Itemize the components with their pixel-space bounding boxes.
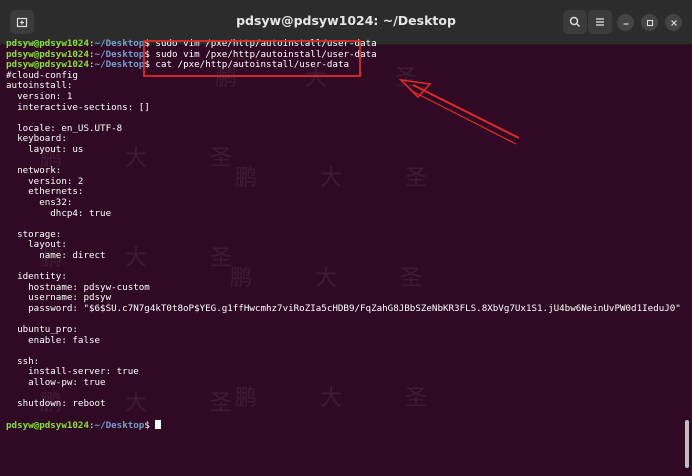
output-line: autoinstall: [6,80,73,92]
maximize-icon [646,19,653,26]
scrollbar[interactable] [685,420,689,468]
watermark-char: 鹏 [40,391,63,416]
prompt-line: pdsyw@pdsyw1024:~/Desktop$ [6,420,676,431]
prompt-line: pdsyw@pdsyw1024:~/Desktop$ cat /pxe/http… [6,59,350,71]
close-icon [670,19,677,26]
watermark-char: 圣 [210,246,233,271]
command-text: sudo vim /pxe/http/autoinstall/user-data [155,38,377,49]
output-line: ubuntu_pro: [6,324,78,336]
watermark-char: 鹏 [235,166,258,191]
menu-button[interactable] [588,10,612,34]
watermark-char: 鹏 [230,266,253,291]
command-text: sudo vim /pxe/http/autoinstall/user-data [155,48,377,60]
output-line: enable: false [6,334,101,346]
watermark-char: 圣 [400,266,423,291]
terminal-window: pdsyw@pdsyw1024: ~/Desktop pdsyw@pdsyw10… [0,0,692,476]
output-line: install-server: true [6,366,139,378]
output-line: password: "$6$SU.c7N7g4kT0t8oP$YEG.g1ffH… [6,302,681,314]
watermark-char: 大 [125,391,148,416]
minimize-icon [623,22,628,25]
output-line: layout: [6,239,67,251]
output-line: ens32: [6,196,73,208]
watermark-char: 鹏 [215,66,238,91]
watermark-char: 圣 [405,166,428,191]
menu-icon [596,18,604,26]
watermark-char: 鹏 [235,386,258,411]
watermark-char: 圣 [210,391,233,416]
search-button[interactable] [563,10,587,34]
output-line: storage: [6,228,62,240]
maximize-button[interactable] [641,14,658,31]
watermark-char: 大 [320,386,343,411]
watermark-char: 大 [125,146,148,171]
output-line: #cloud-config [6,69,78,81]
output-line: name: direct [6,249,106,261]
output-line: dhcp4: true [6,207,112,219]
close-button[interactable] [665,14,682,31]
output-line: keyboard: [6,133,67,145]
watermark-char: 大 [315,266,338,291]
output-line: interactive-sections: [] [6,101,150,113]
watermark-char: 大 [305,66,328,91]
watermark-char: 圣 [395,66,418,91]
search-icon [569,16,580,27]
output-line: version: 1 [6,90,73,102]
output-line: locale: en_US.UTF-8 [6,122,123,134]
watermark-char: 鹏 [40,246,63,271]
terminal-output[interactable]: pdsyw@pdsyw1024:~/Desktop$ sudo vim /pxe… [6,38,681,431]
file-contents: #cloud-config autoinstall: version: 1 int… [6,69,681,421]
watermark-char: 圣 [210,146,233,171]
watermark-char: 圣 [405,386,428,411]
watermark-char: 大 [125,246,148,271]
text-cursor [155,420,162,430]
watermark-char: 鹏 [40,146,63,171]
watermark-char: 大 [320,166,343,191]
output-line: layout: us [6,143,84,155]
minimize-button[interactable] [617,14,634,31]
